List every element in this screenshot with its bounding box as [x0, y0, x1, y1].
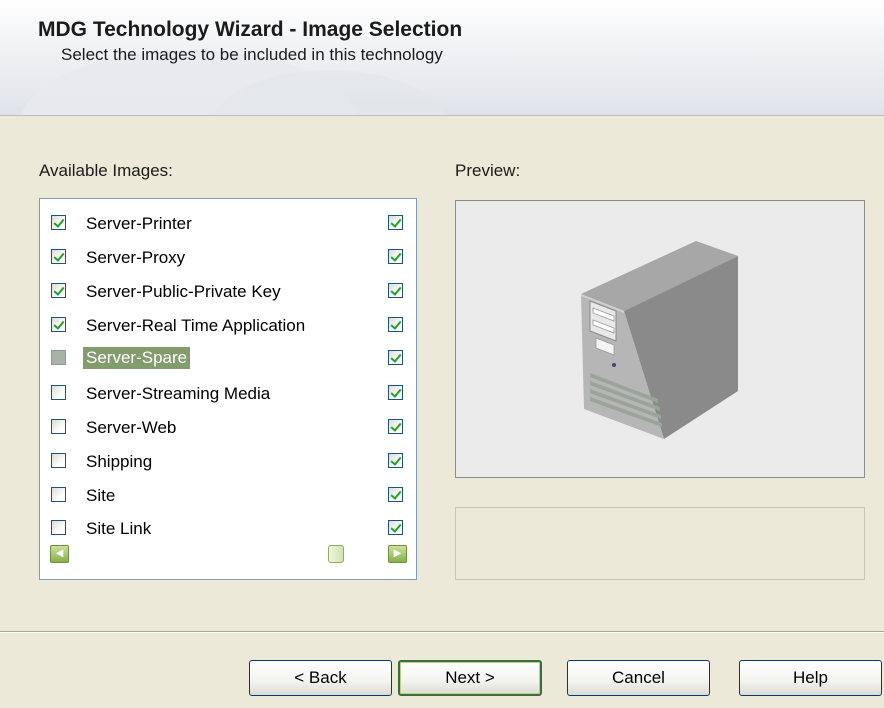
secondary-checkbox[interactable] — [388, 249, 403, 264]
secondary-checkbox[interactable] — [388, 215, 403, 230]
cancel-button[interactable]: Cancel — [567, 660, 710, 696]
preview-description — [455, 507, 865, 580]
preview-panel — [455, 200, 865, 478]
include-checkbox[interactable] — [51, 317, 66, 332]
include-checkbox[interactable] — [51, 419, 66, 434]
include-checkbox[interactable] — [51, 215, 66, 230]
secondary-checkbox[interactable] — [388, 385, 403, 400]
next-button[interactable]: Next > — [398, 660, 542, 696]
list-item[interactable]: Server-Web — [40, 411, 416, 441]
include-checkbox[interactable] — [51, 283, 66, 298]
secondary-checkbox[interactable] — [388, 317, 403, 332]
list-item-label: Server-Public-Private Key — [86, 282, 281, 301]
wizard-header: MDG Technology Wizard - Image Selection … — [0, 0, 884, 116]
list-item-label: Server-Proxy — [86, 248, 186, 267]
list-item[interactable]: Site — [40, 479, 416, 509]
preview-label: Preview: — [455, 161, 521, 180]
list-item[interactable]: Server-Printer — [40, 207, 416, 237]
include-checkbox[interactable] — [51, 249, 66, 264]
back-button[interactable]: < Back — [249, 660, 392, 696]
list-item[interactable]: Site Link — [40, 512, 416, 542]
list-item-label: Server-Real Time Application — [86, 316, 306, 335]
available-images-list[interactable]: Server-Printer Server-Proxy Server-Publi… — [39, 198, 417, 580]
include-checkbox[interactable] — [51, 350, 66, 365]
horizontal-scrollbar[interactable]: ◀ ▶ — [41, 545, 415, 579]
list-item-label: Server-Streaming Media — [86, 384, 271, 403]
help-button[interactable]: Help — [739, 660, 882, 696]
button-separator-highlight — [0, 632, 884, 633]
include-checkbox[interactable] — [51, 487, 66, 502]
scroll-left-icon[interactable]: ◀ — [50, 545, 69, 563]
wizard-title: MDG Technology Wizard - Image Selection — [38, 18, 463, 41]
list-item[interactable]: Shipping — [40, 445, 416, 475]
include-checkbox[interactable] — [51, 453, 66, 468]
list-item-label: Site — [86, 486, 116, 505]
secondary-checkbox[interactable] — [388, 520, 403, 535]
list-item-label: Shipping — [86, 452, 153, 471]
include-checkbox[interactable] — [51, 520, 66, 535]
list-item[interactable]: Server-Streaming Media — [40, 377, 416, 407]
list-item-label: Server-Web — [86, 418, 177, 437]
list-item[interactable]: Server-Real Time Application — [40, 309, 416, 339]
list-item-label: Server-Spare — [83, 347, 191, 369]
list-item-label: Server-Printer — [86, 214, 192, 233]
include-checkbox[interactable] — [51, 385, 66, 400]
list-item-label: Site Link — [86, 519, 152, 538]
wizard-subtitle: Select the images to be included in this… — [61, 45, 443, 64]
list-item[interactable]: Server-Public-Private Key — [40, 275, 416, 305]
scroll-thumb[interactable] — [328, 545, 344, 563]
scroll-right-icon[interactable]: ▶ — [388, 545, 407, 563]
secondary-checkbox[interactable] — [388, 487, 403, 502]
secondary-checkbox[interactable] — [388, 453, 403, 468]
available-images-label: Available Images: — [39, 161, 173, 180]
secondary-checkbox[interactable] — [388, 419, 403, 434]
secondary-checkbox[interactable] — [388, 350, 403, 365]
list-item-selected[interactable]: Server-Spare — [40, 342, 416, 372]
server-icon — [581, 241, 738, 439]
secondary-checkbox[interactable] — [388, 283, 403, 298]
list-item[interactable]: Server-Proxy — [40, 241, 416, 271]
